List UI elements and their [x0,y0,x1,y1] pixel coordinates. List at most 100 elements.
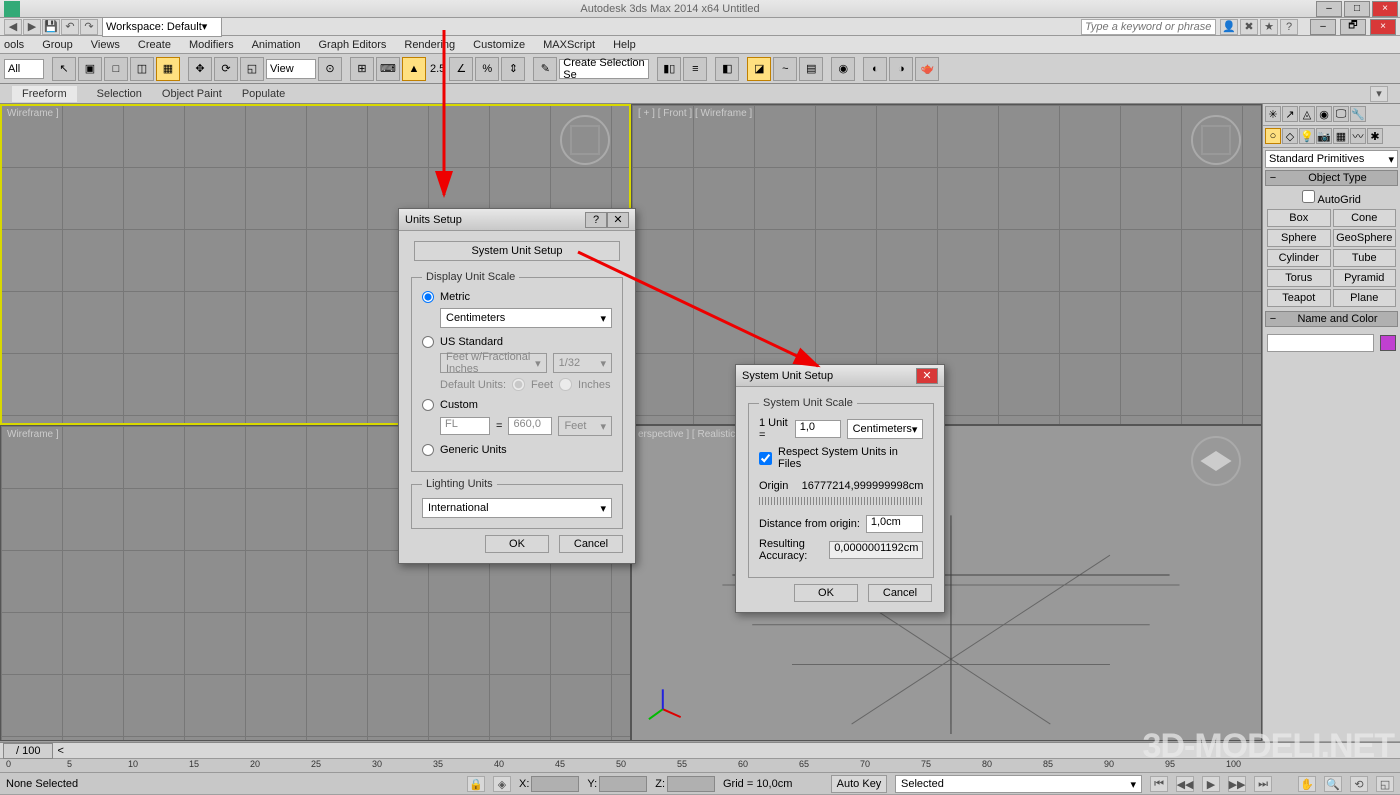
custom-value-input[interactable]: 660,0 [508,417,552,435]
pivot-icon[interactable]: ⊙ [318,57,342,81]
selection-set-dropdown[interactable]: Create Selection Se [559,59,649,79]
prim-teapot-button[interactable]: Teapot [1267,289,1331,307]
prim-cylinder-button[interactable]: Cylinder [1267,249,1331,267]
scale-icon[interactable]: ◱ [240,57,264,81]
menu-views[interactable]: Views [91,39,120,51]
rotate-icon[interactable]: ⟳ [214,57,238,81]
prim-geosphere-button[interactable]: GeoSphere [1333,229,1397,247]
keyboardshort-icon[interactable]: ⌨ [376,57,400,81]
orbit-icon[interactable]: ⟲ [1350,776,1368,792]
layer-icon[interactable]: ◧ [715,57,739,81]
autokey-button[interactable]: Auto Key [831,775,887,793]
z-coord-input[interactable] [667,776,715,792]
origin-slider[interactable] [759,497,923,505]
menu-graph-editors[interactable]: Graph Editors [319,39,387,51]
object-name-input[interactable] [1267,334,1374,352]
respect-units-checkbox[interactable] [759,452,772,465]
dialog-close-icon[interactable]: ✕ [607,212,629,228]
tab-freeform[interactable]: Freeform [12,86,77,102]
select-name-icon[interactable]: ▣ [78,57,102,81]
us-unit-dropdown[interactable]: Feet w/Fractional Inches▾ [440,353,547,373]
dialog-titlebar[interactable]: System Unit Setup ✕ [736,365,944,387]
rollout-name-color[interactable]: −Name and Color [1265,311,1398,327]
curve-editor-icon[interactable]: ~ [773,57,797,81]
prim-box-button[interactable]: Box [1267,209,1331,227]
redo-icon[interactable]: ↷ [80,19,98,35]
time-slider-handle[interactable]: / 100 [3,743,53,759]
menu-rendering[interactable]: Rendering [404,39,455,51]
edit-selset-icon[interactable]: ✎ [533,57,557,81]
tab-object-paint[interactable]: Object Paint [162,88,222,100]
prim-plane-button[interactable]: Plane [1333,289,1397,307]
favorite-icon[interactable]: ★ [1260,19,1278,35]
percent-snap-icon[interactable]: % [475,57,499,81]
play-icon[interactable]: ▶ [1202,776,1220,792]
metric-radio[interactable] [422,291,434,303]
us-standard-radio[interactable] [422,336,434,348]
cancel-button[interactable]: Cancel [868,584,932,602]
display-tab-icon[interactable]: 🖵 [1333,106,1349,122]
menu-tools[interactable]: ools [4,39,24,51]
shapes-icon[interactable]: ◇ [1282,128,1298,144]
rollout-object-type[interactable]: −Object Type [1265,170,1398,186]
lock-icon[interactable]: 🔒 [467,776,485,792]
dialog-help-icon[interactable]: ? [585,212,607,228]
zoom-icon[interactable]: 🔍 [1324,776,1342,792]
goto-end-icon[interactable]: ⏭ [1254,776,1272,792]
tab-selection[interactable]: Selection [97,88,142,100]
nav-fwd-icon[interactable]: ▶ [23,19,41,35]
prim-cone-button[interactable]: Cone [1333,209,1397,227]
graphite-icon[interactable]: ◪ [747,57,771,81]
selection-filter[interactable]: All [4,59,44,79]
align-icon[interactable]: ≡ [683,57,707,81]
viewport-perspective[interactable]: erspective ] [ Realistic ] [631,425,1262,741]
viewport-front[interactable]: [ + ] [ Front ] [ Wireframe ] [631,104,1262,425]
category-dropdown[interactable]: Standard Primitives▾ [1265,150,1398,168]
ok-button[interactable]: OK [794,584,858,602]
menu-modifiers[interactable]: Modifiers [189,39,234,51]
close-button[interactable]: × [1372,1,1398,17]
schematic-icon[interactable]: ▤ [799,57,823,81]
minimize-button[interactable]: – [1316,1,1342,17]
ribbon-collapse-icon[interactable]: ▾ [1370,86,1388,102]
isolate-icon[interactable]: ◈ [493,776,511,792]
distance-input[interactable]: 1,0cm [866,515,924,533]
dialog-close-icon[interactable]: ✕ [916,368,938,384]
goto-start-icon[interactable]: ⏮ [1150,776,1168,792]
object-color-swatch[interactable] [1380,335,1396,351]
save-icon[interactable]: 💾 [42,19,60,35]
prim-sphere-button[interactable]: Sphere [1267,229,1331,247]
menu-customize[interactable]: Customize [473,39,525,51]
nav-back-icon[interactable]: ◀ [4,19,22,35]
custom-radio[interactable] [422,399,434,411]
render-setup-icon[interactable]: ◐ [863,57,887,81]
hierarchy-tab-icon[interactable]: ◬ [1299,106,1315,122]
workspace-dropdown[interactable]: Workspace: Default▾ [102,17,222,37]
geometry-icon[interactable]: ○ [1265,128,1281,144]
search-input[interactable] [1081,19,1216,35]
custom-unit-dropdown[interactable]: Feet▾ [558,416,612,436]
prim-pyramid-button[interactable]: Pyramid [1333,269,1397,287]
menu-animation[interactable]: Animation [252,39,301,51]
lighting-units-dropdown[interactable]: International▾ [422,498,612,518]
lights-icon[interactable]: 💡 [1299,128,1315,144]
utilities-tab-icon[interactable]: 🔧 [1350,106,1366,122]
paint-select-icon[interactable]: ▦ [156,57,180,81]
window-crossing-icon[interactable]: ◫ [130,57,154,81]
prim-tube-button[interactable]: Tube [1333,249,1397,267]
maximize-button[interactable]: □ [1344,1,1370,17]
render-frame-icon[interactable]: ◑ [889,57,913,81]
material-editor-icon[interactable]: ◉ [831,57,855,81]
systems-icon[interactable]: ✱ [1367,128,1383,144]
menu-help[interactable]: Help [613,39,636,51]
viewcube-icon[interactable] [1191,115,1241,165]
signin-icon[interactable]: 👤 [1220,19,1238,35]
ok-button[interactable]: OK [485,535,549,553]
motion-tab-icon[interactable]: ◉ [1316,106,1332,122]
select-region-icon[interactable]: □ [104,57,128,81]
helpers-icon[interactable]: ▦ [1333,128,1349,144]
maximize-vp-icon[interactable]: ◱ [1376,776,1394,792]
cancel-button[interactable]: Cancel [559,535,623,553]
app-restore-button[interactable]: 🗗 [1340,19,1366,35]
x-coord-input[interactable] [531,776,579,792]
